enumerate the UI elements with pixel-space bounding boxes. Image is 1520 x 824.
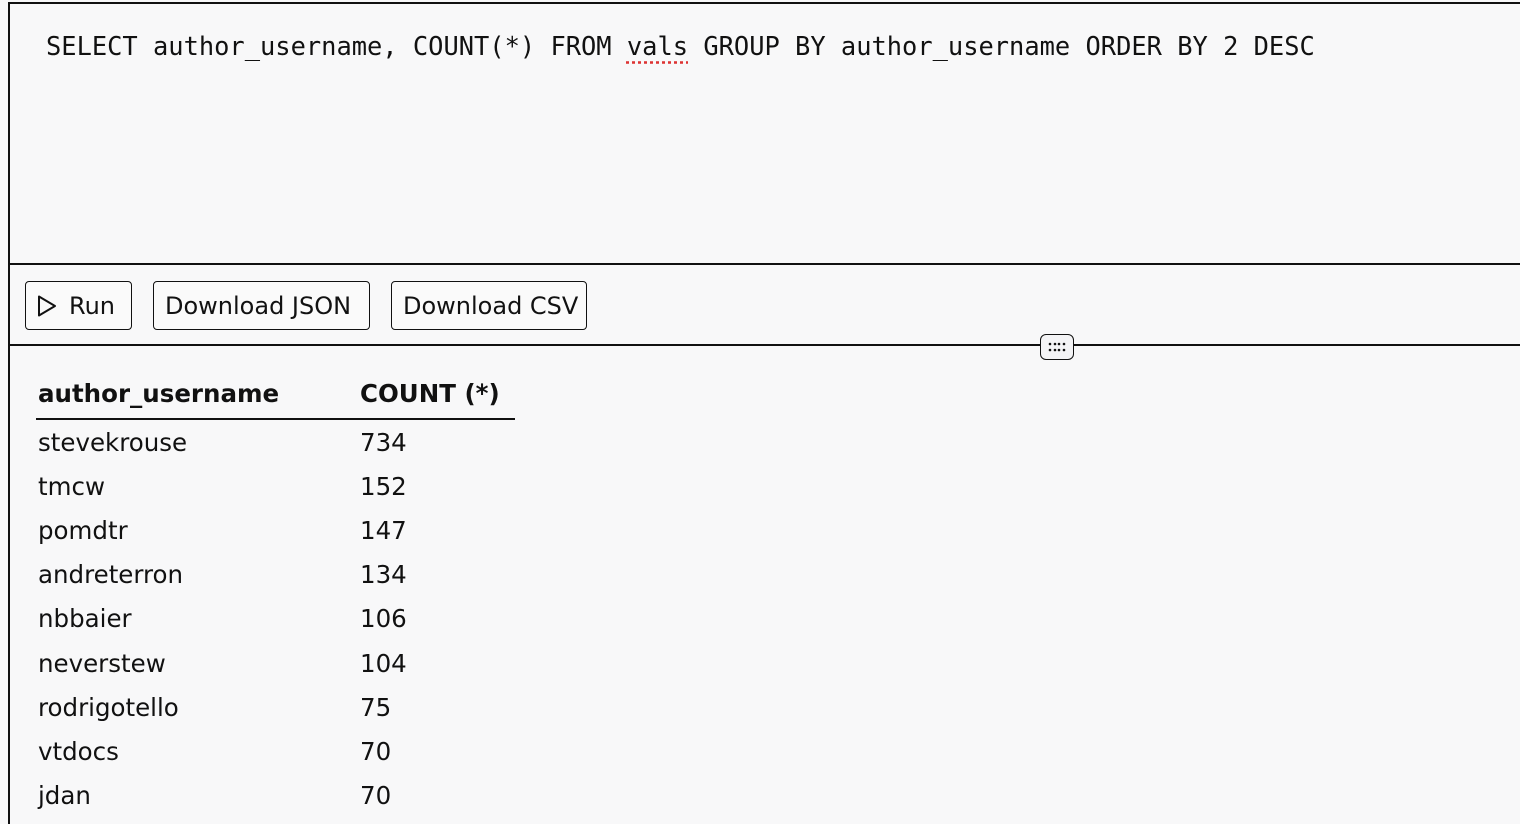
table-row: vtdocs 70: [36, 729, 515, 773]
author-cell: vtdocs: [38, 736, 119, 766]
author-cell: rodrigotello: [38, 692, 179, 722]
results-table: author_username COUNT (*) stevekrouse 734…: [36, 376, 515, 818]
count-cell: 152: [360, 471, 407, 501]
download-csv-button[interactable]: Download CSV: [391, 281, 587, 330]
column-header-count: COUNT (*): [358, 376, 515, 420]
drag-handle-icon[interactable]: [1040, 334, 1074, 360]
run-button[interactable]: Run: [25, 281, 132, 330]
count-cell: 70: [360, 736, 392, 766]
author-cell: tmcw: [38, 471, 105, 501]
sql-editor[interactable]: SELECT author_username, COUNT(*) FROM va…: [10, 4, 1520, 265]
author-cell: pomdtr: [38, 515, 128, 545]
toolbar: Run Download JSON Download CSV: [10, 265, 1520, 346]
table-row: jdan 70: [36, 774, 515, 818]
count-cell: 75: [360, 692, 392, 722]
table-row: rodrigotello 75: [36, 685, 515, 729]
run-button-label: Run: [69, 291, 116, 320]
count-cell: 134: [360, 560, 407, 590]
count-cell: 734: [360, 427, 407, 457]
download-csv-label: Download CSV: [403, 291, 579, 320]
sql-panel: SELECT author_username, COUNT(*) FROM va…: [8, 2, 1520, 824]
download-json-button[interactable]: Download JSON: [153, 281, 370, 330]
author-cell: stevekrouse: [38, 427, 188, 457]
table-header-row: author_username COUNT (*): [36, 376, 515, 420]
count-cell: 104: [360, 648, 407, 678]
count-cell: 147: [360, 515, 407, 545]
count-cell: 106: [360, 604, 407, 634]
query-table-name: vals: [626, 31, 689, 61]
table-row: andreterron 134: [36, 553, 515, 597]
table-row: tmcw 152: [36, 464, 515, 508]
author-cell: andreterron: [38, 560, 184, 590]
author-cell: jdan: [38, 781, 91, 811]
table-row: nbbaier 106: [36, 597, 515, 641]
query-text-end: GROUP BY author_username ORDER BY 2 DESC: [688, 31, 1315, 61]
table-row: stevekrouse 734: [36, 419, 515, 464]
author-cell: neverstew: [38, 648, 166, 678]
count-cell: 70: [360, 781, 392, 811]
results-table-container: author_username COUNT (*) stevekrouse 734…: [36, 376, 515, 818]
table-row: pomdtr 147: [36, 508, 515, 552]
author-cell: nbbaier: [38, 604, 132, 634]
query-text-start: SELECT author_username, COUNT(*) FROM: [46, 31, 627, 61]
table-row: neverstew 104: [36, 641, 515, 685]
download-json-label: Download JSON: [165, 291, 352, 320]
play-icon: [37, 295, 57, 317]
column-header-author: author_username: [36, 376, 358, 420]
